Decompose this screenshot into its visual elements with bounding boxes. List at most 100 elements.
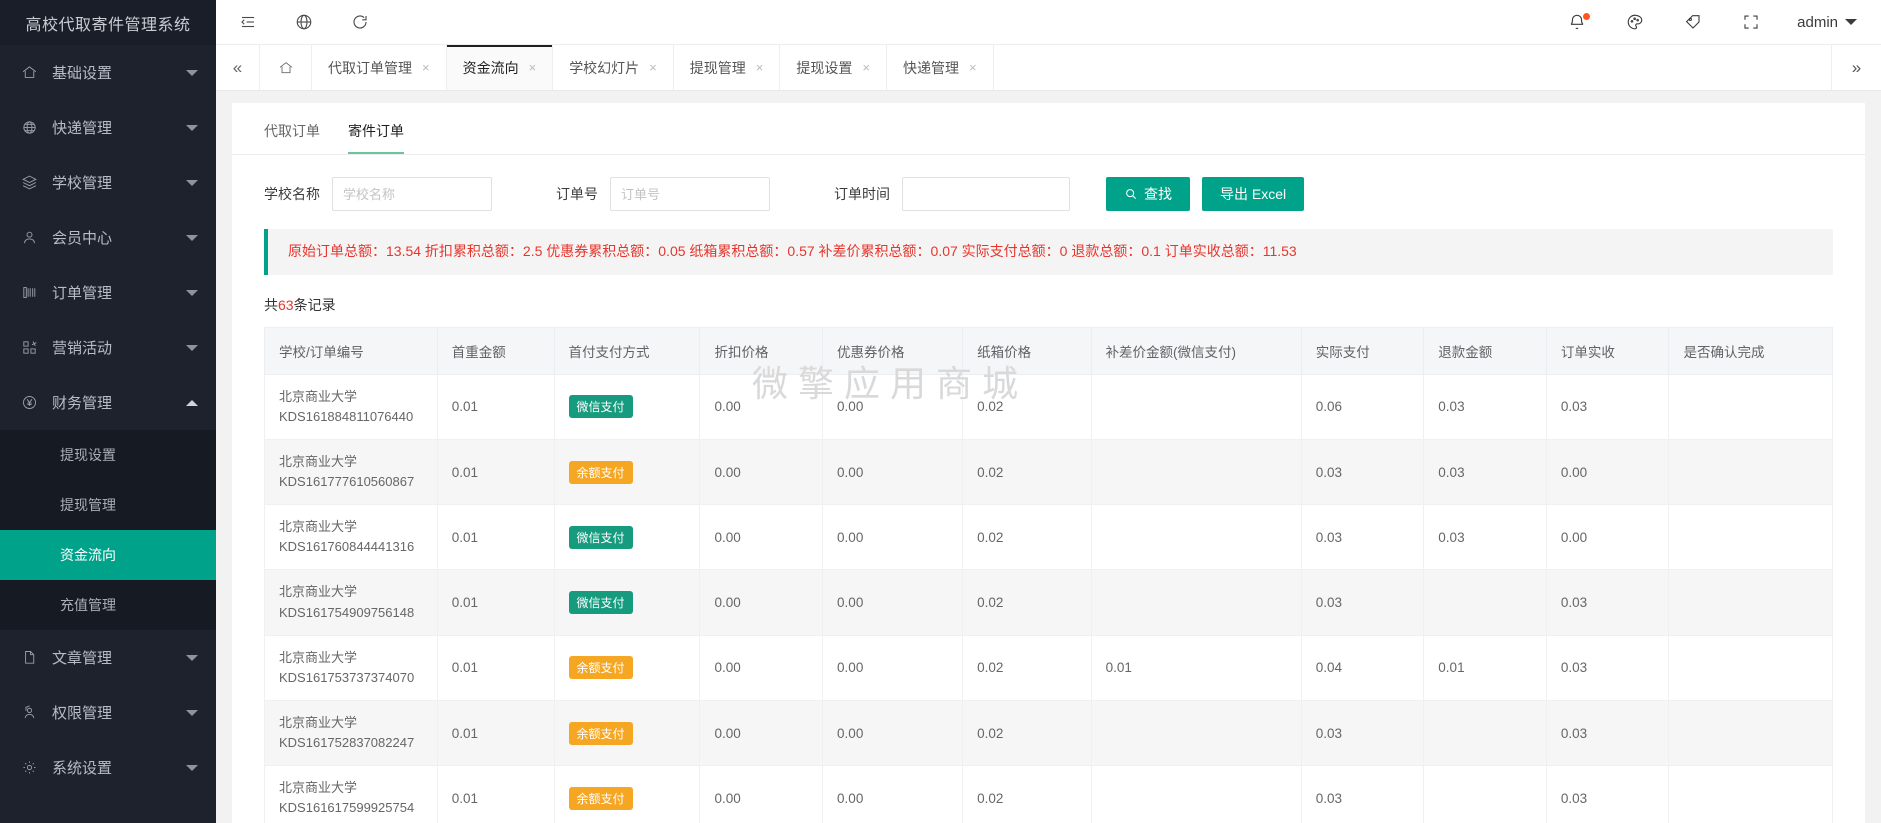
sidebar-subitem-3[interactable]: 充值管理 xyxy=(0,580,216,630)
table-row[interactable]: 北京商业大学 KDS161752837082247 0.01 余额支付 0.00 0.00… xyxy=(264,699,1833,767)
sidebar-item-7[interactable]: 文章管理 xyxy=(0,630,216,685)
sidebar-subitem-0[interactable]: 提现设置 xyxy=(0,430,216,480)
payment-badge: 微信支付 xyxy=(568,591,633,615)
cell-refund-amount: 0.03 xyxy=(1423,438,1547,506)
home-icon xyxy=(18,62,40,84)
globe-icon[interactable] xyxy=(292,10,316,34)
tab-close-icon[interactable]: × xyxy=(529,61,537,74)
fullscreen-icon[interactable] xyxy=(1739,10,1763,34)
list-icon xyxy=(18,282,40,304)
table-header-cell-8: 退款金额 xyxy=(1423,326,1547,375)
table-row[interactable]: 北京商业大学 KDS161884811076440 0.01 微信支付 0.00 0.00… xyxy=(264,373,1833,440)
tab-close-icon[interactable]: × xyxy=(756,61,764,74)
sidebar-item-label: 文章管理 xyxy=(52,650,113,667)
sidebar-item-4[interactable]: 订单管理 xyxy=(0,265,216,320)
table-header-cell-3: 折扣价格 xyxy=(699,326,824,375)
gear-icon xyxy=(18,757,40,779)
table-header-row: 学校/订单编号 首重金额 首付支付方式 折扣价格 优惠券价格 纸箱价格 补差价金额(微信支付… xyxy=(264,326,1833,375)
cell-school-order: 北京商业大学 KDS161884811076440 xyxy=(264,373,438,440)
cell-actual-payment: 0.03 xyxy=(1300,699,1425,767)
order-number: KDS161754909756148 xyxy=(279,604,415,620)
cell-diff-amount xyxy=(1090,699,1302,767)
table-row[interactable]: 北京商业大学 KDS161777610560867 0.01 余额支付 0.00 0.00… xyxy=(264,438,1833,506)
cell-refund-amount: 0.01 xyxy=(1423,634,1547,702)
payment-badge: 微信支付 xyxy=(568,525,633,549)
sidebar-item-5[interactable]: 营销活动 xyxy=(0,320,216,375)
refresh-icon[interactable] xyxy=(348,10,372,34)
table-header-cell-1: 首重金额 xyxy=(436,326,555,375)
content-panel: 代取订单寄件订单 学校名称 订单号 订单时间 查找 xyxy=(232,103,1865,823)
chevron-down-icon xyxy=(186,709,198,716)
cell-pay-method: 微信支付 xyxy=(553,569,701,636)
cell-confirmed xyxy=(1668,504,1833,571)
cell-diff-amount: 0.01 xyxy=(1090,634,1302,702)
tab-close-icon[interactable]: × xyxy=(969,61,977,74)
sidebar-subitem-2[interactable]: 资金流向 xyxy=(0,530,216,580)
cell-order-received: 0.03 xyxy=(1545,765,1670,823)
school-name-input[interactable] xyxy=(332,177,492,211)
table-header-cell-4: 优惠券价格 xyxy=(822,326,964,375)
document-icon xyxy=(18,647,40,669)
cell-first-fee: 0.01 xyxy=(436,438,555,506)
app-root: 高校代取寄件管理系统 基础设置 快递管理 学校管理 会员中心 订单管理 营销活动 财务管理提… xyxy=(0,0,1881,823)
sub-tab-1[interactable]: 寄件订单 xyxy=(348,121,404,154)
table-row[interactable]: 北京商业大学 KDS161754909756148 0.01 微信支付 0.00 0.00… xyxy=(264,569,1833,636)
table-wrapper: 微擎应用商城 学校/订单编号 首重金额 首付支付方式 折扣价格 优惠券价格 纸箱价格 补差价… xyxy=(232,326,1865,823)
tab-close-icon[interactable]: × xyxy=(862,61,870,74)
tab-0[interactable]: 代取订单管理 × xyxy=(312,45,447,90)
sidebar-subitem-1[interactable]: 提现管理 xyxy=(0,480,216,530)
user-menu[interactable]: admin xyxy=(1797,14,1857,31)
sidebar-group-6: 财务管理 提现设置 提现管理 资金流向 充值管理 xyxy=(0,375,216,630)
tab-4[interactable]: 提现设置 × xyxy=(780,45,887,90)
table-row[interactable]: 北京商业大学 KDS161760844441316 0.01 微信支付 0.00 0.00… xyxy=(264,504,1833,571)
tag-icon[interactable] xyxy=(1681,10,1705,34)
cell-actual-payment: 0.06 xyxy=(1300,373,1425,440)
cell-school-order: 北京商业大学 KDS161760844441316 xyxy=(264,504,438,571)
sub-tab-0[interactable]: 代取订单 xyxy=(264,121,320,154)
table-row[interactable]: 北京商业大学 KDS161617599925754 0.01 余额支付 0.00 0.00… xyxy=(264,765,1833,823)
sidebar: 高校代取寄件管理系统 基础设置 快递管理 学校管理 会员中心 订单管理 营销活动 财务管理提… xyxy=(0,0,216,823)
bell-icon[interactable] xyxy=(1565,10,1590,34)
tab-3[interactable]: 提现管理 × xyxy=(674,45,781,90)
record-count-prefix: 共 xyxy=(264,296,278,313)
table-header-cell-2: 首付支付方式 xyxy=(553,326,701,375)
table-header-cell-6: 补差价金额(微信支付) xyxy=(1090,326,1302,375)
tab-2[interactable]: 学校幻灯片 × xyxy=(553,45,674,90)
cell-actual-payment: 0.03 xyxy=(1300,504,1425,571)
sidebar-item-1[interactable]: 快递管理 xyxy=(0,100,216,155)
cell-discount-price: 0.00 xyxy=(699,569,824,636)
cell-pay-method: 余额支付 xyxy=(553,438,701,506)
cell-first-fee: 0.01 xyxy=(436,569,555,636)
order-no-input[interactable] xyxy=(610,177,770,211)
tabs-more-button[interactable]: » xyxy=(1831,45,1881,90)
tab-close-icon[interactable]: × xyxy=(422,61,430,74)
palette-icon[interactable] xyxy=(1623,10,1647,34)
tab-close-icon[interactable]: × xyxy=(649,61,657,74)
tab-1[interactable]: 资金流向 × xyxy=(446,45,554,90)
sidebar-item-9[interactable]: 系统设置 xyxy=(0,740,216,795)
school-name: 北京商业大学 xyxy=(279,649,358,665)
sidebar-item-8[interactable]: 权限管理 xyxy=(0,685,216,740)
school-name: 北京商业大学 xyxy=(279,780,358,796)
sidebar-item-0[interactable]: 基础设置 xyxy=(0,45,216,100)
export-excel-button[interactable]: 导出 Excel xyxy=(1202,177,1305,211)
order-time-input[interactable] xyxy=(902,177,1070,211)
order-number: KDS161617599925754 xyxy=(279,800,415,816)
sidebar-item-6[interactable]: 财务管理 xyxy=(0,375,216,430)
sidebar-group-0: 基础设置 xyxy=(0,45,216,100)
table-row[interactable]: 北京商业大学 KDS161753737374070 0.01 余额支付 0.00 0.00… xyxy=(264,634,1833,702)
chevron-down-icon xyxy=(186,234,198,241)
tab-5[interactable]: 快递管理 × xyxy=(887,45,994,90)
sidebar-item-3[interactable]: 会员中心 xyxy=(0,210,216,265)
notification-dot xyxy=(1582,12,1590,20)
cell-refund-amount xyxy=(1423,569,1547,636)
cell-refund-amount xyxy=(1423,699,1547,767)
search-button[interactable]: 查找 xyxy=(1106,177,1190,211)
tabs-prev-button[interactable]: « xyxy=(216,45,260,90)
sidebar-item-2[interactable]: 学校管理 xyxy=(0,155,216,210)
order-number: KDS161777610560867 xyxy=(279,474,415,490)
sidebar-group-9: 系统设置 xyxy=(0,740,216,795)
brand-title: 高校代取寄件管理系统 xyxy=(0,0,216,45)
menu-fold-icon[interactable] xyxy=(236,10,260,34)
tab-home-icon[interactable] xyxy=(260,45,312,90)
